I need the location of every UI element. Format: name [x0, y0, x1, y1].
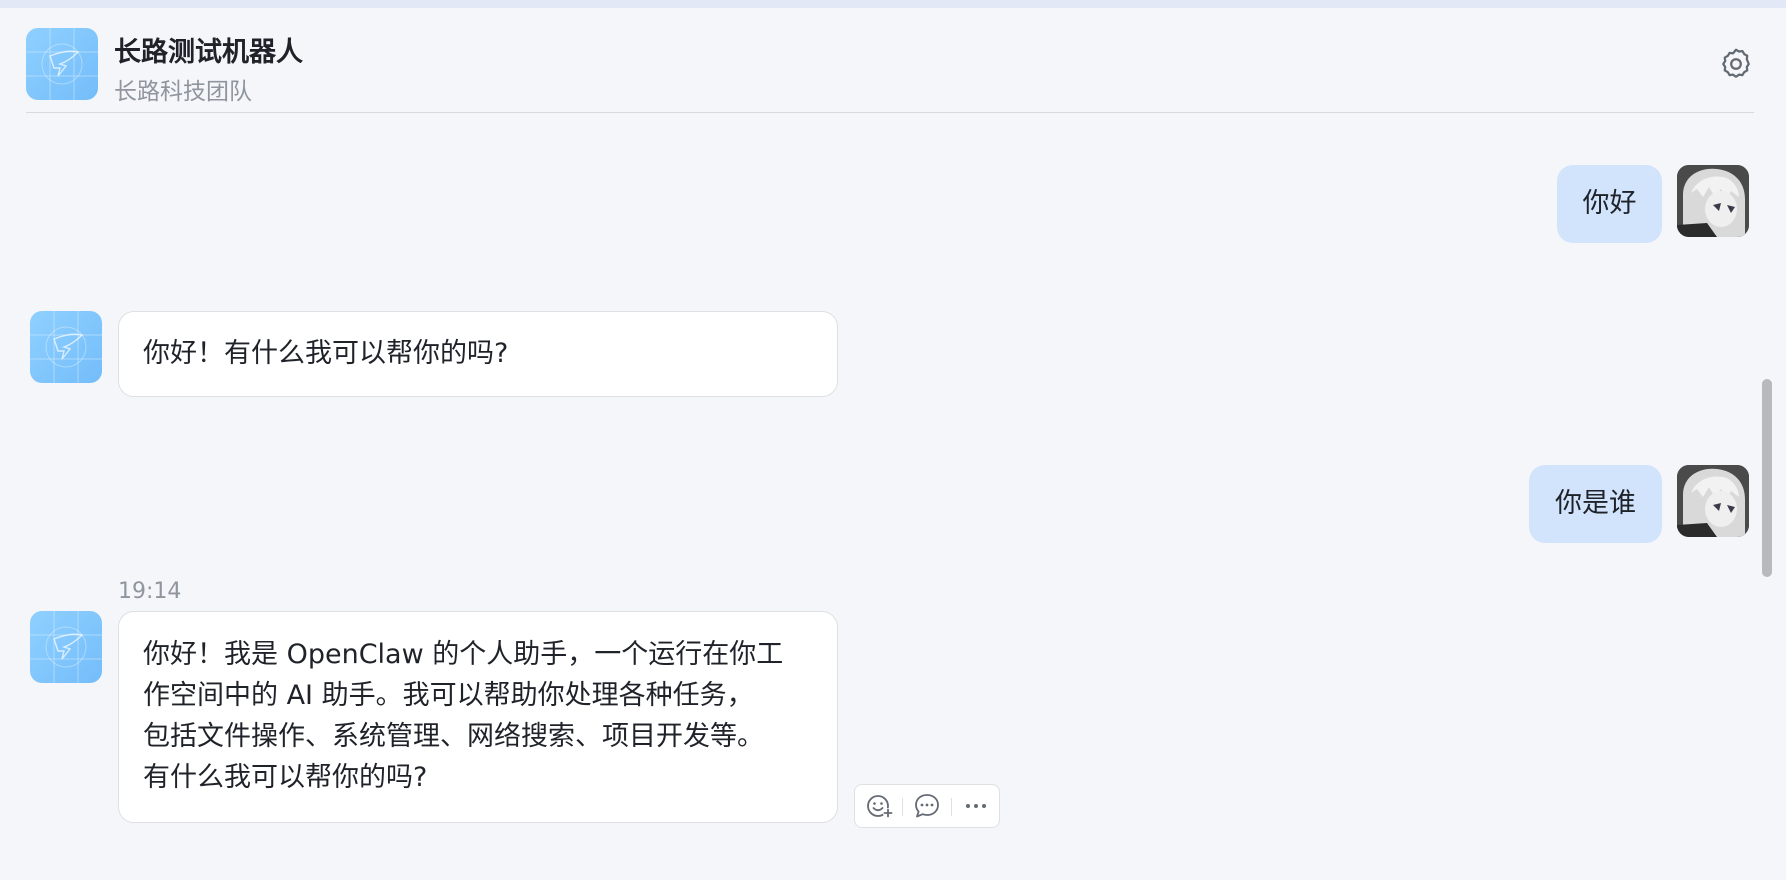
message-action-bar [854, 784, 1000, 828]
bot-avatar[interactable] [30, 311, 102, 383]
message-line: 你好！我是 OpenClaw 的个人助手，一个运行在你工 [143, 639, 784, 670]
add-reaction-icon [867, 795, 893, 818]
user-avatar[interactable] [1677, 465, 1749, 537]
user-avatar[interactable] [1677, 165, 1749, 237]
message-line: 作空间中的 AI 助手。我可以帮助你处理各种任务， [143, 680, 754, 711]
chat-title: 长路测试机器人 [114, 37, 303, 68]
message-timestamp: 19:14 [118, 579, 182, 604]
settings-button[interactable] [1718, 46, 1754, 82]
chat-window: 长路测试机器人 长路科技团队 你好 你好！有什么我可以帮你的吗? 你是谁 19:… [0, 8, 1786, 880]
bot-message-bubble[interactable]: 你好！我是 OpenClaw 的个人助手，一个运行在你工 作空间中的 AI 助手… [118, 611, 838, 823]
bot-logo-icon [26, 28, 98, 100]
reply-icon [915, 794, 939, 818]
more-button[interactable] [961, 791, 991, 821]
user-message-bubble[interactable]: 你是谁 [1529, 465, 1662, 543]
add-reaction-button[interactable] [865, 791, 895, 821]
bot-avatar[interactable] [30, 611, 102, 683]
more-icon [966, 804, 986, 808]
gear-icon [1722, 48, 1750, 78]
chat-header: 长路测试机器人 长路科技团队 [26, 28, 1754, 113]
user-message-bubble[interactable]: 你好 [1557, 165, 1662, 243]
action-separator [902, 798, 903, 816]
chat-subtitle: 长路科技团队 [114, 79, 252, 105]
message-line: 有什么我可以帮你的吗? [143, 762, 428, 793]
scrollbar-thumb[interactable] [1762, 379, 1772, 577]
action-separator [951, 798, 952, 816]
window-top-strip [0, 0, 1786, 8]
message-line: 包括文件操作、系统管理、网络搜索、项目开发等。 [143, 721, 764, 752]
reply-button[interactable] [912, 791, 942, 821]
bot-message-bubble[interactable]: 你好！有什么我可以帮你的吗? [118, 311, 838, 397]
